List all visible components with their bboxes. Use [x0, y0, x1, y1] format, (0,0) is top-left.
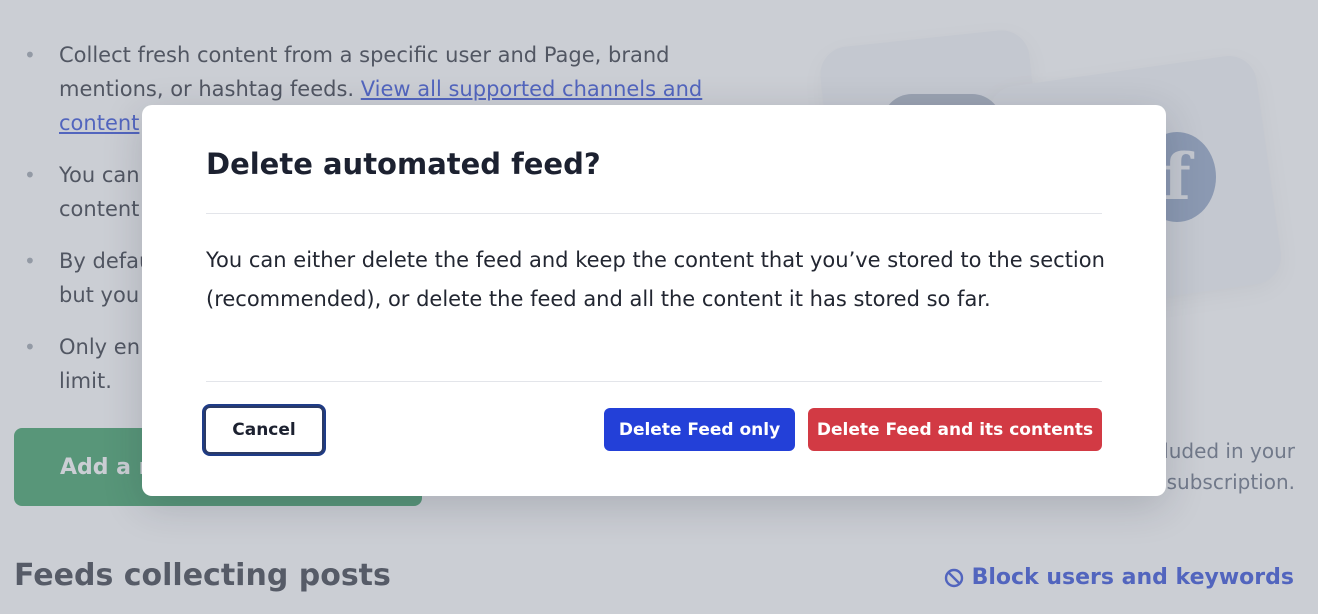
dialog-divider-bottom	[206, 381, 1102, 382]
dialog-title: Delete automated feed?	[206, 147, 601, 181]
delete-feed-dialog: Delete automated feed? You can either de…	[142, 105, 1166, 496]
delete-feed-only-button[interactable]: Delete Feed only	[604, 408, 795, 451]
dialog-divider-top	[206, 213, 1102, 214]
dialog-message: You can either delete the feed and keep …	[206, 248, 1105, 311]
delete-feed-and-contents-button[interactable]: Delete Feed and its contents	[808, 408, 1102, 451]
cancel-button[interactable]: Cancel	[204, 406, 324, 454]
